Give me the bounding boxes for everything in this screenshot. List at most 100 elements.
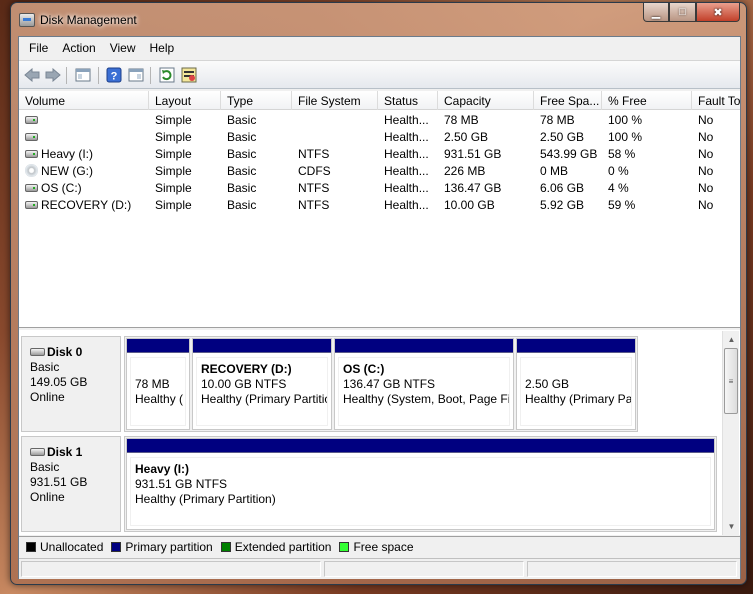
disk-1-type: Basic bbox=[30, 460, 60, 474]
partition-name bbox=[525, 362, 631, 377]
disk-1-size: 931.51 GB bbox=[30, 475, 88, 489]
partition-status: Healthy ( bbox=[135, 392, 184, 406]
partition-name: OS (C:) bbox=[343, 362, 385, 376]
column-header-layout[interactable]: Layout bbox=[149, 91, 221, 110]
column-header-status[interactable]: Status bbox=[378, 91, 438, 110]
volume-cell-free-space: 543.99 GB bbox=[534, 145, 602, 162]
client-area: File Action View Help ? Volume Layout Ty… bbox=[18, 36, 741, 579]
disk-0-label[interactable]: Disk 0 Basic 149.05 GB Online bbox=[21, 336, 121, 432]
maximize-button[interactable]: □ bbox=[669, 3, 696, 22]
disk-management-app-icon[interactable] bbox=[19, 13, 35, 27]
primary-partition-bar bbox=[335, 339, 513, 353]
volume-cell-layout: Simple bbox=[149, 179, 221, 196]
refresh-button[interactable] bbox=[158, 66, 176, 84]
toolbar-separator bbox=[66, 67, 67, 84]
column-header-volume[interactable]: Volume bbox=[19, 91, 149, 110]
volume-cell-status: Health... bbox=[378, 111, 438, 128]
disk-0-partition-1[interactable]: 78 MB Healthy ( bbox=[126, 338, 190, 430]
partition-name: RECOVERY (D:) bbox=[201, 362, 292, 376]
column-header-type[interactable]: Type bbox=[221, 91, 292, 110]
disk-management-window: Disk Management ▁ □ ✖ File Action View H… bbox=[10, 2, 747, 585]
title-bar[interactable]: Disk Management ▁ □ ✖ bbox=[11, 3, 746, 37]
forward-button[interactable] bbox=[44, 66, 62, 84]
volume-cell-type: Basic bbox=[221, 111, 292, 128]
volume-cell-layout: Simple bbox=[149, 145, 221, 162]
close-button[interactable]: ✖ bbox=[696, 3, 740, 22]
cell-text: Basic bbox=[227, 113, 257, 127]
partition-details: RECOVERY (D:) 10.00 GB NTFS Healthy (Pri… bbox=[196, 357, 328, 426]
maximize-icon: □ bbox=[679, 6, 686, 18]
status-bar bbox=[19, 558, 740, 579]
cell-text: Simple bbox=[155, 181, 192, 195]
cell-text: Health... bbox=[384, 181, 429, 195]
volume-row[interactable]: RECOVERY (D:) Simple Basic NTFS Health... 10.… bbox=[19, 196, 740, 213]
disk-0-partitions: 78 MB Healthy ( RECOVERY (D:) 10.00 GB N… bbox=[124, 336, 638, 432]
scroll-down-arrow-icon[interactable]: ▼ bbox=[723, 518, 740, 535]
back-button[interactable] bbox=[23, 66, 41, 84]
help-button[interactable]: ? bbox=[105, 66, 123, 84]
vertical-scroll-thumb[interactable]: ≡ bbox=[724, 348, 738, 414]
volume-row[interactable]: OS (C:) Simple Basic NTFS Health... 136.47 GB… bbox=[19, 179, 740, 196]
cell-text: 100 % bbox=[608, 113, 643, 127]
cell-text: Health... bbox=[384, 164, 429, 178]
disk-view-vertical-scrollbar[interactable]: ▲ ≡ ▼ bbox=[722, 331, 739, 535]
partition-name bbox=[135, 362, 185, 377]
minimize-icon: ▁ bbox=[651, 6, 661, 19]
volume-row[interactable]: Heavy (I:) Simple Basic NTFS Health... 931.51… bbox=[19, 145, 740, 162]
volume-cell-status: Health... bbox=[378, 145, 438, 162]
volume-cell-fault-tolerance: No bbox=[692, 162, 740, 179]
rescan-icon bbox=[181, 67, 197, 83]
column-header-file-system[interactable]: File System bbox=[292, 91, 378, 110]
volume-row[interactable]: NEW (G:) Simple Basic CDFS Health... 226 MB 0 … bbox=[19, 162, 740, 179]
volume-list-header: Volume Layout Type File System Status Ca… bbox=[19, 91, 740, 110]
volume-cell-free-space: 2.50 GB bbox=[534, 128, 602, 145]
cell-text: 543.99 GB bbox=[540, 147, 598, 161]
cell-text: 78 MB bbox=[444, 113, 479, 127]
cell-text: Basic bbox=[227, 181, 257, 195]
menu-action[interactable]: Action bbox=[55, 37, 102, 59]
volume-cell-volume bbox=[19, 111, 149, 128]
partition-size: 2.50 GB bbox=[525, 377, 570, 391]
help-icon: ? bbox=[106, 67, 122, 83]
volume-cell-capacity: 78 MB bbox=[438, 111, 534, 128]
cell-text: Basic bbox=[227, 198, 257, 212]
rescan-disks-button[interactable] bbox=[180, 66, 198, 84]
drive-icon bbox=[25, 200, 38, 209]
disk-0-status: Online bbox=[30, 390, 65, 404]
disk-0-partition-recovery[interactable]: RECOVERY (D:) 10.00 GB NTFS Healthy (Pri… bbox=[192, 338, 332, 430]
minimize-button[interactable]: ▁ bbox=[643, 3, 669, 22]
column-header-percent-free[interactable]: % Free bbox=[602, 91, 692, 110]
cell-text: 6.06 GB bbox=[540, 181, 585, 195]
volume-row[interactable]: Simple Basic Health... 2.50 GB 2.50 GB 100 % N… bbox=[19, 128, 740, 145]
column-header-fault-tolerance[interactable]: Fault To bbox=[692, 91, 740, 110]
cell-text: Simple bbox=[155, 198, 192, 212]
menu-file[interactable]: File bbox=[22, 37, 55, 59]
volume-row[interactable]: Simple Basic Health... 78 MB 78 MB 100 % No bbox=[19, 111, 740, 128]
volume-cell-layout: Simple bbox=[149, 111, 221, 128]
menu-view[interactable]: View bbox=[103, 37, 143, 59]
scroll-up-arrow-icon[interactable]: ▲ bbox=[723, 331, 740, 348]
disk-0-partition-4[interactable]: 2.50 GB Healthy (Primary Par bbox=[516, 338, 636, 430]
partition-size: 136.47 GB NTFS bbox=[343, 377, 436, 391]
disk-1-label[interactable]: Disk 1 Basic 931.51 GB Online bbox=[21, 436, 121, 532]
disk-1-partition-heavy[interactable]: Heavy (I:) 931.51 GB NTFS Healthy (Prima… bbox=[126, 438, 715, 530]
disk-1-status: Online bbox=[30, 490, 65, 504]
properties-button[interactable] bbox=[127, 66, 145, 84]
column-header-capacity[interactable]: Capacity bbox=[438, 91, 534, 110]
column-header-free-space[interactable]: Free Spa... bbox=[534, 91, 602, 110]
volume-cell-layout: Simple bbox=[149, 162, 221, 179]
disk-0-partition-os[interactable]: OS (C:) 136.47 GB NTFS Healthy (System, … bbox=[334, 338, 514, 430]
volume-cell-free-space: 6.06 GB bbox=[534, 179, 602, 196]
cell-text: Basic bbox=[227, 147, 257, 161]
back-arrow-icon bbox=[24, 68, 40, 82]
disk-0-size: 149.05 GB bbox=[30, 375, 88, 389]
drive-icon bbox=[25, 132, 38, 141]
menu-help[interactable]: Help bbox=[143, 37, 182, 59]
volume-cell-percent-free: 59 % bbox=[602, 196, 692, 213]
cell-text: Simple bbox=[155, 113, 192, 127]
partition-status: Healthy (System, Boot, Page File bbox=[343, 392, 510, 406]
show-hide-console-tree-button[interactable] bbox=[74, 66, 92, 84]
legend-swatch bbox=[220, 541, 231, 552]
cell-text: 78 MB bbox=[540, 113, 575, 127]
cell-text: 100 % bbox=[608, 130, 643, 144]
